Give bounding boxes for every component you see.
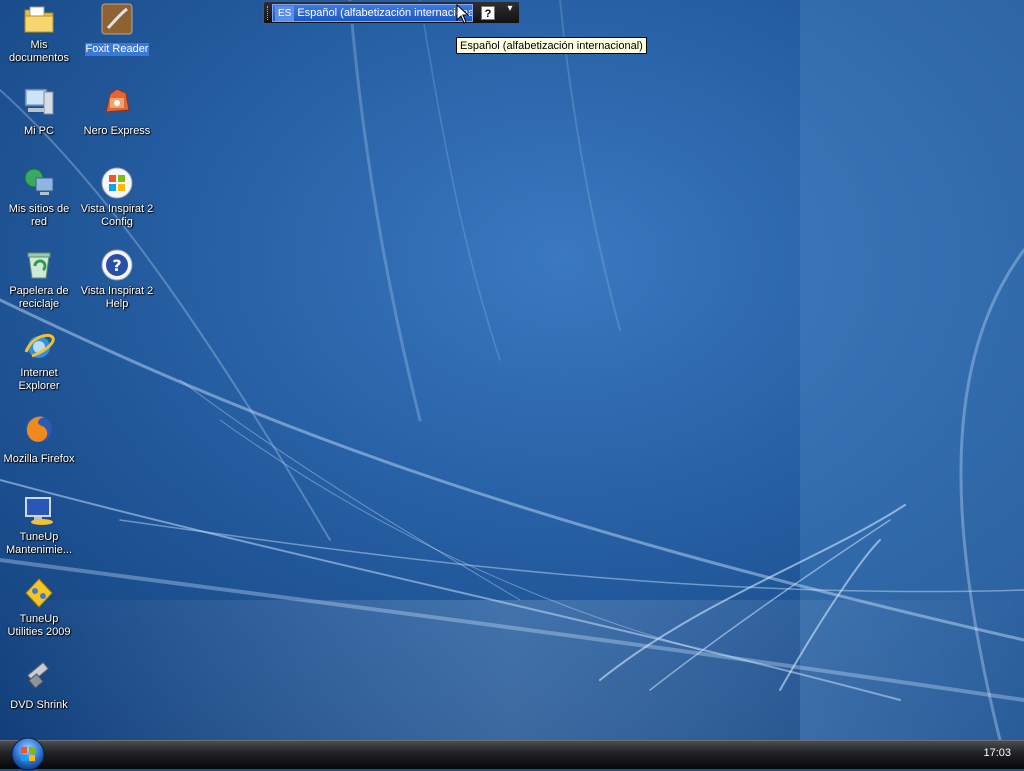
language-selector-button[interactable]: ES Español (alfabetización internacional) [272,4,473,22]
recycle-bin-icon [27,252,51,279]
desktop-icon-internet-explorer[interactable]: Internet Explorer [0,330,78,394]
internet-explorer-icon [24,333,55,358]
firefox-icon [26,416,52,442]
computer-icon [24,88,54,115]
desktop-icon-vista-inspirat-config[interactable]: Vista Inspirat 2 Config [78,166,156,230]
language-tooltip: Español (alfabetización internacional) [456,37,647,54]
network-places-icon [24,168,54,195]
folder-documents-icon [24,6,54,33]
help-icon: ? [101,249,133,281]
desktop-icon-foxit-reader[interactable]: Foxit Reader [78,2,156,57]
nero-express-icon [105,88,130,113]
desktop-icon-mi-pc[interactable]: Mi PC [0,84,78,139]
langbar-options-button[interactable]: ▾ [504,3,516,21]
start-button[interactable] [8,737,48,771]
desktop-icon-tuneup-utilities[interactable]: TuneUp Utilities 2009 [0,576,78,640]
taskbar-clock[interactable]: 17:03 [983,747,1011,759]
desktop-icon-nero-express[interactable]: Nero Express [78,84,156,139]
langbar-help-button[interactable]: ? [481,6,495,20]
desktop-icon-dvd-shrink[interactable]: DVD Shrink [0,658,78,713]
desktop-icon-mis-documentos[interactable]: Mis documentos [0,2,78,66]
desktop-icon-tuneup-mantenimiento[interactable]: TuneUp Mantenimie... [0,494,78,558]
tuneup-maintenance-icon [25,497,53,525]
language-name: Español (alfabetización internacional) [297,7,473,19]
mouse-cursor-icon [456,4,470,24]
language-code: ES [275,6,295,21]
dvd-shrink-icon [27,661,49,689]
taskbar [0,740,1024,769]
language-bar[interactable]: ES Español (alfabetización internacional)… [263,1,520,24]
chevron-down-icon: ▾ [507,3,513,14]
desktop-icon-papelera-de-reciclaje[interactable]: Papelera de reciclaje [0,248,78,312]
windows-logo-icon [101,167,133,199]
desktop-icon-vista-inspirat-help[interactable]: ? Vista Inspirat 2 Help [78,248,156,312]
langbar-grip[interactable] [267,6,271,20]
desktop-icon-mozilla-firefox[interactable]: Mozilla Firefox [0,412,78,467]
foxit-reader-icon [101,3,133,35]
svg-text:?: ? [112,256,121,275]
tuneup-utilities-icon [25,578,53,608]
desktop-icon-mis-sitios-de-red[interactable]: Mis sitios de red [0,166,78,230]
